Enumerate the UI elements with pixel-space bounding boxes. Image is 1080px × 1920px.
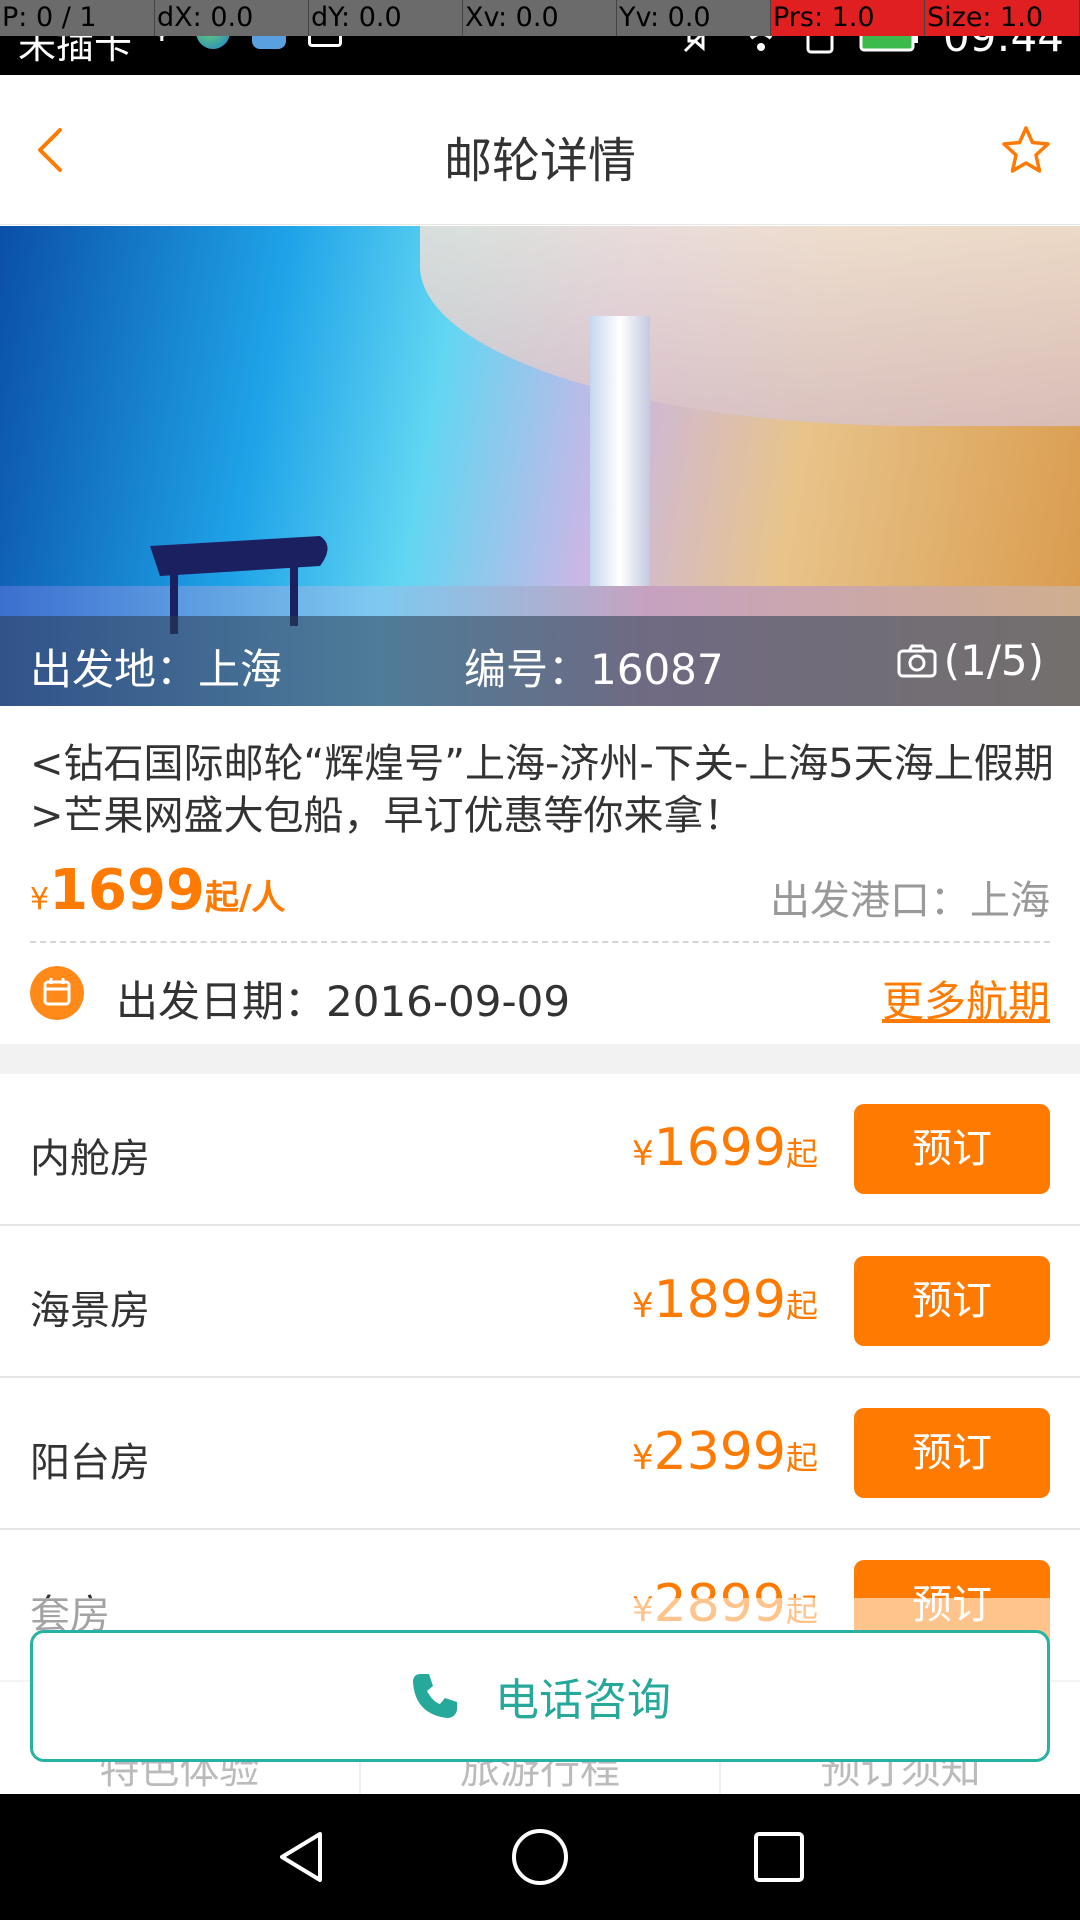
book-button[interactable]: 预订 (854, 1256, 1050, 1346)
cabin-name: 阳台房 (30, 1440, 150, 1486)
debug-dx: dX: 0.0 (155, 0, 309, 36)
cabin-price-value: 1899 (653, 1270, 786, 1330)
debug-prs: Prs: 1.0 (771, 0, 925, 36)
cabin-price: ¥1699起 (632, 1118, 818, 1178)
book-button[interactable]: 预订 (854, 1104, 1050, 1194)
debug-dy: dY: 0.0 (309, 0, 463, 36)
cabin-currency: ¥ (632, 1438, 654, 1478)
departure-date: 出发日期：2016-09-09 (116, 977, 571, 1026)
ship-photo-carousel[interactable]: 出发地：上海 编号：16087 (1/5) (0, 226, 1080, 706)
phone-icon (413, 1674, 457, 1718)
currency-symbol: ¥ (30, 882, 50, 917)
cabin-price-value: 2399 (653, 1422, 786, 1482)
cabin-price-suffix: 起 (785, 1439, 818, 1477)
phone-consult-label: 电话咨询 (495, 1675, 671, 1726)
debug-xv: Xv: 0.0 (463, 0, 617, 36)
system-nav-bar (0, 1794, 1080, 1920)
page-title: 邮轮详情 (443, 133, 636, 189)
nav-home-icon[interactable] (509, 1826, 571, 1888)
app-header: 邮轮详情 (0, 75, 1080, 225)
book-button[interactable]: 预订 (854, 1408, 1050, 1498)
photo-counter: (1/5) (896, 636, 1044, 685)
debug-pointer: P: 0 / 1 (0, 0, 155, 36)
nav-recents-icon[interactable] (748, 1826, 810, 1888)
camera-icon (897, 644, 937, 677)
trip-title: <钻石国际邮轮“辉煌号”上海-济州-下关-上海5天海上假期>芒果网盛大包船，早订… (30, 741, 1054, 839)
product-code: 编号：16087 (464, 645, 724, 694)
piano-shape (150, 536, 328, 634)
trip-price: ¥1699起/人 (30, 858, 285, 923)
debug-yv: Yv: 0.0 (617, 0, 771, 36)
cabin-currency: ¥ (632, 1134, 654, 1174)
star-favorite-icon[interactable] (996, 120, 1056, 180)
more-dates-link[interactable]: 更多航期 (882, 968, 1050, 1029)
phone-consult-button[interactable]: 电话咨询 (30, 1630, 1050, 1762)
photo-ceiling-shape (420, 226, 1080, 426)
cabin-price: ¥1899起 (632, 1270, 818, 1330)
section-gap (0, 1044, 1080, 1074)
nav-back-icon[interactable] (270, 1826, 332, 1888)
cabin-name: 内舱房 (30, 1136, 150, 1182)
cabin-price-suffix: 起 (785, 1135, 818, 1173)
cabin-row: 海景房 ¥1899起 预订 (0, 1226, 1080, 1378)
pointer-debug-overlay: P: 0 / 1 dX: 0.0 dY: 0.0 Xv: 0.0 Yv: 0.0… (0, 0, 1080, 36)
cabin-price-suffix: 起 (785, 1287, 818, 1325)
price-value: 1699 (49, 858, 205, 923)
price-row: ¥1699起/人 出发港口：上海 (30, 858, 1050, 924)
cabin-currency: ¥ (632, 1286, 654, 1326)
cabin-price-value: 1699 (653, 1118, 786, 1178)
photo-info-overlay: 出发地：上海 编号：16087 (1/5) (0, 616, 1080, 706)
cabin-name: 海景房 (30, 1288, 150, 1334)
cabin-price: ¥2399起 (632, 1422, 818, 1482)
cabin-list: 内舱房 ¥1699起 预订 海景房 ¥1899起 预订 阳台房 ¥2399起 预… (0, 1074, 1080, 1682)
cabin-row: 内舱房 ¥1699起 预订 (0, 1074, 1080, 1226)
calendar-icon (30, 966, 84, 1020)
departure-port: 出发港口：上海 (770, 878, 1050, 924)
departure-city: 出发地：上海 (30, 645, 283, 694)
dashed-divider (30, 941, 1050, 943)
cabin-row: 阳台房 ¥2399起 预订 (0, 1378, 1080, 1530)
departure-date-row: 出发日期：2016-09-09 更多航期 (30, 960, 1050, 1040)
debug-size: Size: 1.0 (925, 0, 1080, 36)
price-unit: 起/人 (204, 878, 286, 918)
photo-counter-text: (1/5) (943, 636, 1044, 685)
